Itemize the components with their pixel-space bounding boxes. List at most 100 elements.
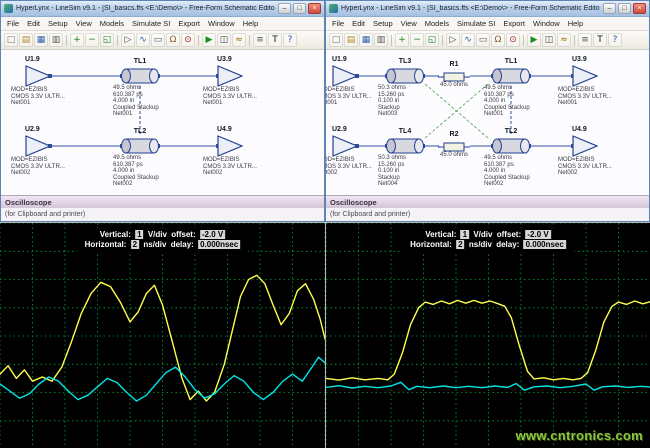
delay-value: 0.000nsec <box>524 240 566 249</box>
add-transmission-line-icon[interactable]: ▭ <box>151 33 165 47</box>
zoom-to-fit-icon[interactable]: ◱ <box>100 33 114 47</box>
zoom-in-icon[interactable]: + <box>70 33 84 47</box>
component-ref-label: U1.9 <box>332 56 347 63</box>
trace-yellow <box>326 300 650 380</box>
draw-wire-icon[interactable]: ∿ <box>461 33 475 47</box>
save-file-icon[interactable]: ▦ <box>359 33 373 47</box>
horizontal-label: Horizontal: <box>410 240 452 249</box>
spectrum-tool-icon[interactable]: ≈ <box>232 33 246 47</box>
open-oscilloscope-icon[interactable]: ◫ <box>542 33 556 47</box>
component-tl2[interactable]: TL249.5 ohms610.387 ps4.000 inCoupled St… <box>492 137 530 155</box>
menu-edit[interactable]: Edit <box>348 19 369 28</box>
zoom-out-icon[interactable]: − <box>85 33 99 47</box>
component-ref-label: TL2 <box>505 128 517 135</box>
menu-export[interactable]: Export <box>174 19 204 28</box>
component-u2-9[interactable]: U2.9MOD=EZIBISCMOS 3.3V ULTR...Net002 <box>25 135 51 157</box>
open-file-icon[interactable]: ▤ <box>19 33 33 47</box>
menu-file[interactable]: File <box>3 19 23 28</box>
component-u3-9[interactable]: U3.9MOD=EZIBISCMOS 3.3V ULTR...Net001 <box>572 65 598 87</box>
add-resistor-icon[interactable]: Ω <box>166 33 180 47</box>
oscilloscope-panel-caption[interactable]: Oscilloscope <box>326 195 649 208</box>
oscilloscope-panel-caption[interactable]: Oscilloscope <box>1 195 324 208</box>
titlebar[interactable]: HyperLynx - LineSim v9.1 - [SI_basics.ff… <box>1 1 324 17</box>
menu-help[interactable]: Help <box>239 19 262 28</box>
offset-value: -2.0 V <box>200 230 225 239</box>
component-tl1[interactable]: TL149.5 ohms610.387 ps4.000 inCoupled St… <box>492 67 530 85</box>
menu-simulate-si[interactable]: Simulate SI <box>453 19 499 28</box>
oscilloscope-panel-title: Oscilloscope <box>5 198 52 207</box>
help-icon[interactable]: ? <box>608 33 622 47</box>
menu-view[interactable]: View <box>397 19 421 28</box>
component-u4-9[interactable]: U4.9MOD=EZIBISCMOS 3.3V ULTR...Net002 <box>217 135 243 157</box>
print-icon[interactable]: ▥ <box>374 33 388 47</box>
run-simulation-icon[interactable]: ▶ <box>202 33 216 47</box>
component-tl4[interactable]: TL450.3 ohms15.260 ps0.100 inStackupNet0… <box>386 137 424 155</box>
menu-setup[interactable]: Setup <box>44 19 72 28</box>
menu-edit[interactable]: Edit <box>23 19 44 28</box>
menu-setup[interactable]: Setup <box>369 19 397 28</box>
spectrum-tool-icon[interactable]: ≈ <box>557 33 571 47</box>
menu-window[interactable]: Window <box>529 19 564 28</box>
text-tool-icon[interactable]: T <box>268 33 282 47</box>
horizontal-unit: ns/div <box>143 240 166 249</box>
save-file-icon[interactable]: ▦ <box>34 33 48 47</box>
vertical-value: 1 <box>135 230 143 239</box>
hyperlynx-app-icon <box>329 4 338 13</box>
menu-simulate-si[interactable]: Simulate SI <box>128 19 174 28</box>
vertical-label: Vertical: <box>100 230 131 239</box>
horizontal-settings: Horizontal: 2 ns/div delay: 0.000nsec <box>84 240 242 250</box>
new-file-icon[interactable]: □ <box>4 33 18 47</box>
schematic-canvas[interactable]: U1.9MOD=EZIBISCMOS 3.3V ULTR...Net001 TL1… <box>1 50 324 195</box>
component-tl1[interactable]: TL149.5 ohms610.387 ps4.000 inCoupled St… <box>121 67 159 85</box>
component-r2[interactable]: R245.0 ohms <box>438 140 470 152</box>
help-icon[interactable]: ? <box>283 33 297 47</box>
component-tl2[interactable]: TL249.5 ohms610.387 ps4.000 inCoupled St… <box>121 137 159 155</box>
component-u1-9[interactable]: U1.9MOD=EZIBISCMOS 3.3V ULTR...Net001 <box>25 65 51 87</box>
stackup-editor-icon[interactable]: ≡ <box>578 33 592 47</box>
component-ref-label: U2.9 <box>332 126 347 133</box>
select-tool-icon[interactable]: ▷ <box>121 33 135 47</box>
menu-window[interactable]: Window <box>204 19 239 28</box>
menu-view[interactable]: View <box>72 19 96 28</box>
select-tool-icon[interactable]: ▷ <box>446 33 460 47</box>
vertical-settings: Vertical: 1 V/div offset: -2.0 V <box>409 230 567 240</box>
maximize-button[interactable]: □ <box>618 3 631 14</box>
add-transmission-line-icon[interactable]: ▭ <box>476 33 490 47</box>
new-file-icon[interactable]: □ <box>329 33 343 47</box>
maximize-button[interactable]: □ <box>293 3 306 14</box>
toolbar-separator <box>117 35 118 46</box>
component-u4-9[interactable]: U4.9MOD=EZIBISCMOS 3.3V ULTR...Net002 <box>572 135 598 157</box>
add-resistor-icon[interactable]: Ω <box>491 33 505 47</box>
add-probe-icon[interactable]: ⊙ <box>506 33 520 47</box>
component-tl3[interactable]: TL350.3 ohms15.260 ps0.100 inStackupNet0… <box>386 67 424 85</box>
print-icon[interactable]: ▥ <box>49 33 63 47</box>
schematic-canvas[interactable]: U1.9MOD=EZIBISCMOS 3.3V ULTR...Net001 TL3… <box>326 50 649 195</box>
oscilloscope-panel-title: Oscilloscope <box>330 198 377 207</box>
menu-models[interactable]: Models <box>96 19 128 28</box>
add-probe-icon[interactable]: ⊙ <box>181 33 195 47</box>
draw-wire-icon[interactable]: ∿ <box>136 33 150 47</box>
run-simulation-icon[interactable]: ▶ <box>527 33 541 47</box>
menu-export[interactable]: Export <box>499 19 529 28</box>
open-file-icon[interactable]: ▤ <box>344 33 358 47</box>
zoom-in-icon[interactable]: + <box>395 33 409 47</box>
menu-models[interactable]: Models <box>421 19 453 28</box>
zoom-to-fit-icon[interactable]: ◱ <box>425 33 439 47</box>
menu-help[interactable]: Help <box>564 19 587 28</box>
window-linesim-left: HyperLynx - LineSim v9.1 - [SI_basics.ff… <box>0 0 325 222</box>
component-ref-label: U2.9 <box>25 126 40 133</box>
component-u1-9[interactable]: U1.9MOD=EZIBISCMOS 3.3V ULTR...Net001 <box>332 65 358 87</box>
open-oscilloscope-icon[interactable]: ◫ <box>217 33 231 47</box>
zoom-out-icon[interactable]: − <box>410 33 424 47</box>
component-r1[interactable]: R145.0 ohms <box>438 70 470 82</box>
stackup-editor-icon[interactable]: ≡ <box>253 33 267 47</box>
minimize-button[interactable]: – <box>278 3 291 14</box>
component-u2-9[interactable]: U2.9MOD=EZIBISCMOS 3.3V ULTR...Net002 <box>332 135 358 157</box>
minimize-button[interactable]: – <box>603 3 616 14</box>
close-button[interactable]: × <box>308 3 321 14</box>
close-button[interactable]: × <box>633 3 646 14</box>
menu-file[interactable]: File <box>328 19 348 28</box>
titlebar[interactable]: HyperLynx - LineSim v9.1 - [SI_basics.ff… <box>326 1 649 17</box>
component-u3-9[interactable]: U3.9MOD=EZIBISCMOS 3.3V ULTR...Net001 <box>217 65 243 87</box>
text-tool-icon[interactable]: T <box>593 33 607 47</box>
